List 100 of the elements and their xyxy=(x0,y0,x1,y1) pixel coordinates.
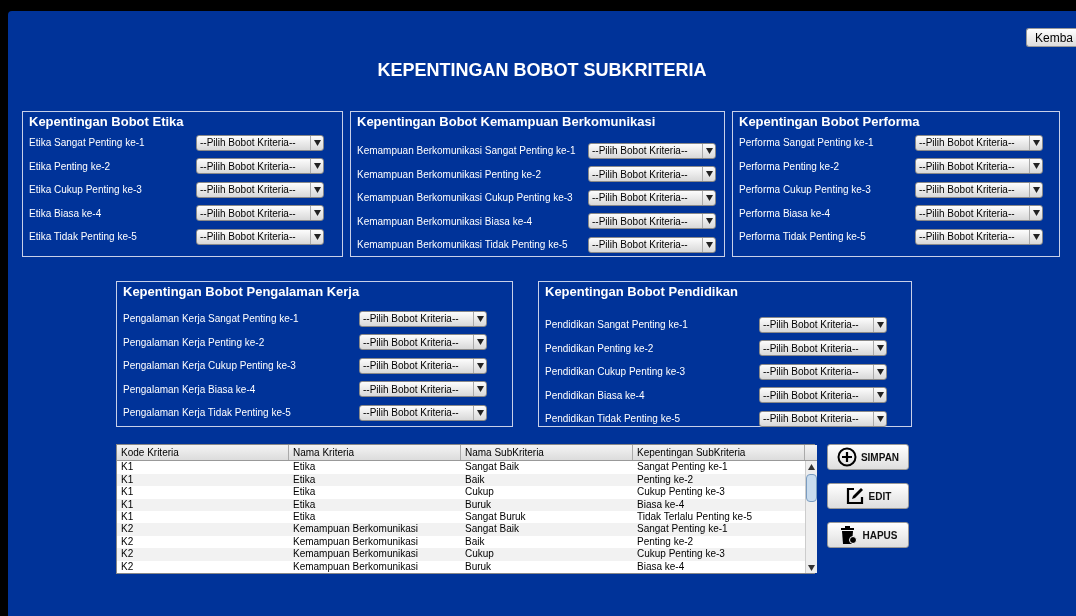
dropdown-arrow-icon xyxy=(876,415,884,422)
dropdown-arrow-icon xyxy=(876,321,884,328)
table-cell-text: Tidak Terlalu Penting ke-5 xyxy=(636,511,754,524)
table-cell-text: Biasa ke-4 xyxy=(636,498,686,512)
dropdown-arrow-icon xyxy=(705,194,713,201)
weight-dropdown[interactable]: --Pilih Bobot Kriteria-- xyxy=(759,410,887,427)
weight-dropdown[interactable]: --Pilih Bobot Kriteria-- xyxy=(359,404,487,421)
weight-dropdown[interactable]: --Pilih Bobot Kriteria-- xyxy=(196,181,324,198)
table-cell-text: K2 xyxy=(120,535,135,549)
scroll-up-icon[interactable] xyxy=(808,464,815,471)
table-cell-text: Baik xyxy=(464,473,486,487)
field-label: Pendidikan Tidak Penting ke-5 xyxy=(545,413,681,425)
trash-icon xyxy=(838,525,859,545)
scroll-thumb[interactable] xyxy=(806,474,817,503)
table-cell-text: Penting ke-2 xyxy=(636,535,695,549)
dropdown-arrow-icon xyxy=(1032,233,1040,240)
table-cell-text: Sangat Baik xyxy=(464,523,520,536)
table-cell-text: Etika xyxy=(292,486,317,499)
table-cell-text: K1 xyxy=(120,486,135,499)
table-cell-text: Sangat Penting ke-1 xyxy=(636,461,729,474)
weight-dropdown[interactable]: --Pilih Bobot Kriteria-- xyxy=(359,310,487,327)
table-cell-text: Sangat Baik xyxy=(464,461,520,474)
dropdown-arrow-icon xyxy=(705,241,713,248)
dropdown-arrow-icon xyxy=(1032,186,1040,193)
scroll-down-icon[interactable] xyxy=(808,565,815,571)
table-cell-text: Buruk xyxy=(464,560,493,573)
field-label: Performa Tidak Penting ke-5 xyxy=(739,231,866,243)
table-cell-text: Cukup xyxy=(464,486,495,499)
panel-title: Kepentingan Bobot Etika xyxy=(29,114,185,129)
weight-dropdown[interactable]: --Pilih Bobot Kriteria-- xyxy=(588,166,716,183)
weight-dropdown[interactable]: --Pilih Bobot Kriteria-- xyxy=(196,228,324,245)
weight-dropdown[interactable]: --Pilih Bobot Kriteria-- xyxy=(915,205,1043,222)
field-label: Kemampuan Berkomunikasi Sangat Penting ke-1 xyxy=(357,145,576,157)
scrollbar[interactable] xyxy=(805,461,817,573)
dropdown-arrow-icon xyxy=(476,339,484,346)
table-cell-text: Etika xyxy=(292,473,317,487)
dropdown-arrow-icon xyxy=(1032,210,1040,217)
field-label: Pengalaman Kerja Tidak Penting ke-5 xyxy=(123,407,291,419)
column-header[interactable]: Kepentingan SubKriteria xyxy=(633,445,805,461)
weight-dropdown[interactable]: --Pilih Bobot Kriteria-- xyxy=(588,142,716,159)
field-label: Kemampuan Berkomunikasi Biasa ke-4 xyxy=(357,215,533,227)
column-header[interactable]: Nama SubKriteria xyxy=(461,445,633,461)
weight-dropdown[interactable]: --Pilih Bobot Kriteria-- xyxy=(588,213,716,230)
back-button[interactable]: Kemba xyxy=(1025,28,1076,47)
save-button[interactable]: SIMPAN xyxy=(827,444,909,470)
field-label: Etika Tidak Penting ke-5 xyxy=(29,231,137,243)
dropdown-arrow-icon xyxy=(476,386,484,393)
dropdown-arrow-icon xyxy=(313,186,321,193)
column-header[interactable]: Nama Kriteria xyxy=(289,445,461,461)
weight-dropdown[interactable]: --Pilih Bobot Kriteria-- xyxy=(196,205,324,222)
weight-dropdown[interactable]: --Pilih Bobot Kriteria-- xyxy=(915,158,1043,175)
dropdown-arrow-icon xyxy=(476,409,484,416)
weight-dropdown[interactable]: --Pilih Bobot Kriteria-- xyxy=(759,363,887,380)
dropdown-arrow-icon xyxy=(313,139,321,146)
delete-button[interactable]: HAPUS xyxy=(827,522,909,548)
plus-circle-icon xyxy=(836,447,857,467)
field-label: Performa Biasa ke-4 xyxy=(739,207,831,219)
field-label: Pengalaman Kerja Biasa ke-4 xyxy=(123,383,256,395)
table-cell-text: Biasa ke-4 xyxy=(636,560,686,573)
weight-dropdown[interactable]: --Pilih Bobot Kriteria-- xyxy=(915,134,1043,151)
window-title: KEPENTINGAN BOBOT SUBKRITERIA xyxy=(376,60,708,82)
weight-dropdown[interactable]: --Pilih Bobot Kriteria-- xyxy=(588,189,716,206)
panel-title: Kepentingan Bobot Pendidikan xyxy=(545,284,739,299)
dropdown-arrow-icon xyxy=(313,163,321,170)
dropdown-arrow-icon xyxy=(313,210,321,217)
dropdown-arrow-icon xyxy=(876,345,884,352)
edit-button[interactable]: EDIT xyxy=(827,483,909,509)
panel-title: Kepentingan Bobot Performa xyxy=(739,114,921,129)
table-cell-text: Etika xyxy=(292,498,317,512)
weight-dropdown[interactable]: --Pilih Bobot Kriteria-- xyxy=(759,387,887,404)
dropdown-arrow-icon xyxy=(1032,163,1040,170)
weight-dropdown[interactable]: --Pilih Bobot Kriteria-- xyxy=(359,334,487,351)
weight-dropdown[interactable]: --Pilih Bobot Kriteria-- xyxy=(915,181,1043,198)
weight-dropdown[interactable]: --Pilih Bobot Kriteria-- xyxy=(359,357,487,374)
weight-dropdown[interactable]: --Pilih Bobot Kriteria-- xyxy=(359,381,487,398)
table-cell-text: Cukup xyxy=(464,548,495,561)
panel-title: Kepentingan Bobot Pengalaman Kerja xyxy=(123,284,361,299)
dropdown-arrow-icon xyxy=(876,392,884,399)
table-cell-text: Sangat Penting ke-1 xyxy=(636,523,729,536)
column-header[interactable]: Kode Kriteria xyxy=(117,445,289,461)
field-label: Pendidikan Cukup Penting ke-3 xyxy=(545,366,686,378)
table-cell-text: Sangat Buruk xyxy=(464,511,527,524)
weight-dropdown[interactable]: --Pilih Bobot Kriteria-- xyxy=(915,228,1043,245)
weight-dropdown[interactable]: --Pilih Bobot Kriteria-- xyxy=(759,340,887,357)
table-cell-text: Kemampuan Berkomunikasi xyxy=(292,535,420,549)
field-label: Pengalaman Kerja Sangat Penting ke-1 xyxy=(123,313,299,325)
dropdown-arrow-icon xyxy=(1032,139,1040,146)
field-label: Pendidikan Biasa ke-4 xyxy=(545,389,645,401)
table-cell-text: K1 xyxy=(120,498,135,512)
table-cell-text: Buruk xyxy=(464,498,493,512)
weight-dropdown[interactable]: --Pilih Bobot Kriteria-- xyxy=(196,158,324,175)
field-label: Kemampuan Berkomunikasi Tidak Penting ke-5 xyxy=(357,239,568,251)
dropdown-arrow-icon xyxy=(313,233,321,240)
field-label: Pengalaman Kerja Penting ke-2 xyxy=(123,336,265,348)
table-cell-text: K1 xyxy=(120,511,135,524)
weight-dropdown[interactable]: --Pilih Bobot Kriteria-- xyxy=(588,236,716,253)
field-label: Etika Sangat Penting ke-1 xyxy=(29,137,145,149)
weight-dropdown[interactable]: --Pilih Bobot Kriteria-- xyxy=(196,134,324,151)
field-label: Etika Cukup Penting ke-3 xyxy=(29,184,142,196)
weight-dropdown[interactable]: --Pilih Bobot Kriteria-- xyxy=(759,316,887,333)
